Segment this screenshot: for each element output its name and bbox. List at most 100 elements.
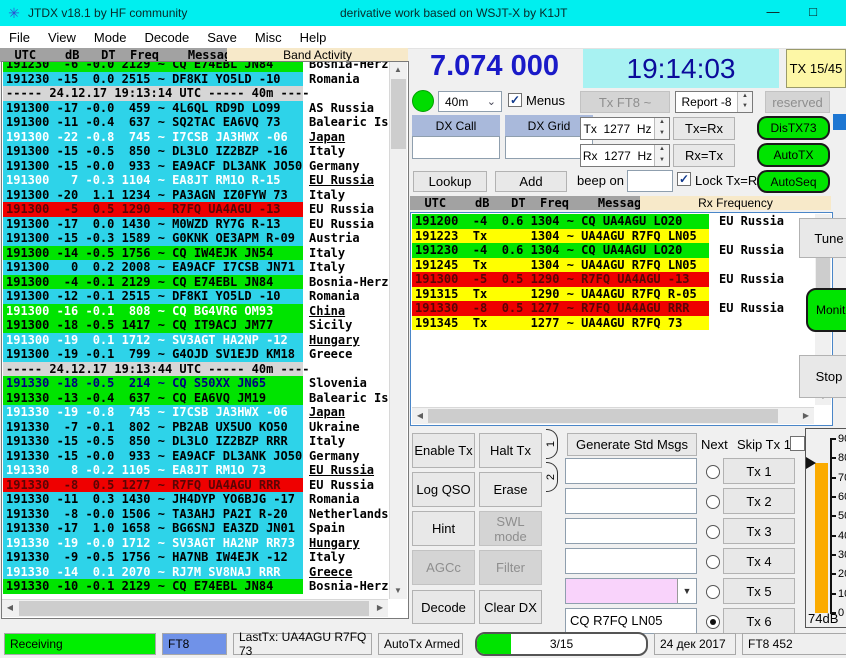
- tx1-button[interactable]: Tx 1: [723, 458, 795, 484]
- hscroll-thumb[interactable]: [428, 409, 778, 423]
- tx-freq-spinner[interactable]: Tx 1277 Hz ▲▼: [580, 117, 670, 140]
- tx6-button[interactable]: Tx 6: [723, 608, 795, 634]
- scroll-right-icon[interactable]: ▶: [798, 408, 814, 424]
- decode-row[interactable]: 191330 -18 -0.5 214 ~ CQ S50XX JN65Slove…: [3, 376, 389, 391]
- decode-row[interactable]: 191230 -4 0.6 1304 ~ CQ UA4AGU LO20EU Ru…: [412, 243, 812, 258]
- tune-button[interactable]: Tune: [799, 218, 846, 258]
- rx-freq-spin-arrows[interactable]: ▲▼: [654, 145, 669, 166]
- dis-tx73-button[interactable]: DisTX73: [757, 116, 830, 140]
- decode-row[interactable]: 191330 -10 -0.1 2129 ~ CQ E74EBL JN84Bos…: [3, 579, 389, 594]
- dx-call-input[interactable]: [412, 136, 500, 159]
- tab-messages-2[interactable]: 2: [546, 462, 558, 492]
- enable-tx-button[interactable]: Enable Tx: [412, 433, 475, 468]
- decode-row[interactable]: 191300 0 0.2 2008 ~ EA9ACF I7CSB JN71Ita…: [3, 260, 389, 275]
- rx-hscrollbar[interactable]: ◀ ▶: [412, 407, 814, 424]
- decode-row[interactable]: 191300 -19 -0.1 799 ~ G4OJD SV1EJD KM18G…: [3, 347, 389, 362]
- decode-row[interactable]: 191345 Tx 1277 ~ UA4AGU R7FQ 73: [412, 316, 812, 331]
- decode-row[interactable]: 191300 -5 0.5 1290 ~ R7FQ UA4AGU -13EU R…: [3, 202, 389, 217]
- auto-seq-button[interactable]: AutoSeq: [757, 170, 830, 193]
- decode-row[interactable]: 191330 -15 -0.5 850 ~ DL3LO IZ2BZP RRRIt…: [3, 434, 389, 449]
- decode-row[interactable]: 191330 -8 0.5 1277 ~ R7FQ UA4AGU RRREU R…: [3, 478, 389, 493]
- decode-row[interactable]: 191300 -15 -0.3 1589 ~ G0KNK OE3APM R-09…: [3, 231, 389, 246]
- menu-misc[interactable]: Misc: [246, 28, 291, 47]
- tx5-message-combo[interactable]: ▼: [565, 578, 697, 604]
- menu-mode[interactable]: Mode: [85, 28, 136, 47]
- tx5-button[interactable]: Tx 5: [723, 578, 795, 604]
- menu-save[interactable]: Save: [198, 28, 246, 47]
- decode-row[interactable]: 191330 -9 -0.5 1756 ~ HA7NB IW4EJK -12It…: [3, 550, 389, 565]
- tx2-radio[interactable]: [706, 495, 720, 509]
- tx-freq-spin-arrows[interactable]: ▲▼: [654, 118, 669, 139]
- tx1-message-field[interactable]: [565, 458, 697, 484]
- decode-row[interactable]: 191300 7 -0.3 1104 ~ EA8JT RM1O R-15EU R…: [3, 173, 389, 188]
- scroll-down-icon[interactable]: ▼: [390, 583, 406, 599]
- stop-button[interactable]: Stop: [799, 355, 846, 398]
- decode-row[interactable]: 191330 -11 0.3 1430 ~ JH4DYP YO6BJG -17R…: [3, 492, 389, 507]
- skip-tx1-checkbox[interactable]: [790, 436, 805, 451]
- decode-row[interactable]: 191315 Tx 1290 ~ UA4AGU R7FQ R-05: [412, 287, 812, 302]
- beep-on-input[interactable]: [627, 170, 673, 192]
- scroll-up-icon[interactable]: ▲: [390, 62, 406, 78]
- erase-button[interactable]: Erase: [479, 472, 542, 507]
- tx4-radio[interactable]: [706, 555, 720, 569]
- monitor-button[interactable]: Monitor: [806, 288, 846, 332]
- decode-row[interactable]: 191300 -5 0.5 1290 ~ R7FQ UA4AGU -13EU R…: [412, 272, 812, 287]
- tx4-button[interactable]: Tx 4: [723, 548, 795, 574]
- decode-row[interactable]: 191330 -8 0.5 1277 ~ R7FQ UA4AGU RRREU R…: [412, 301, 812, 316]
- decode-row[interactable]: 191330 -14 0.1 2070 ~ RJ7M SV8NAJ RRRGre…: [3, 565, 389, 580]
- report-spin-arrows[interactable]: ▲▼: [737, 92, 752, 112]
- scroll-left-icon[interactable]: ◀: [2, 600, 18, 616]
- decode-row[interactable]: 191300 -17 0.0 1430 ~ M0WZD RY7G R-13EU …: [3, 217, 389, 232]
- clear-dx-button[interactable]: Clear DX: [479, 590, 542, 624]
- tab-messages-1[interactable]: 1: [546, 429, 558, 459]
- lock-tx-rx-checkbox[interactable]: ✓: [677, 172, 691, 186]
- vscroll-thumb[interactable]: [391, 79, 406, 149]
- log-qso-button[interactable]: Log QSO: [412, 472, 475, 507]
- minimize-button[interactable]: —: [758, 4, 788, 22]
- decode-row[interactable]: 191330 -8 -0.0 1506 ~ TA3AHJ PA2I R-20Ne…: [3, 507, 389, 522]
- decode-row[interactable]: 191330 -7 -0.1 802 ~ PB2AB UX5UO KO50Ukr…: [3, 420, 389, 435]
- decode-row[interactable]: 191300 -22 -0.8 745 ~ I7CSB JA3HWX -06Ja…: [3, 130, 389, 145]
- halt-tx-button[interactable]: Halt Tx: [479, 433, 542, 468]
- tx3-radio[interactable]: [706, 525, 720, 539]
- decode-row[interactable]: 191300 -19 0.1 1712 ~ SV3AGT HA2NP -12Hu…: [3, 333, 389, 348]
- decode-row[interactable]: 191230 -6 -0.0 2129 ~ CQ E74EBL JN84Bosn…: [3, 62, 389, 72]
- decode-row[interactable]: 191223 Tx 1304 ~ UA4AGU R7FQ LN05: [412, 229, 812, 244]
- menu-help[interactable]: Help: [291, 28, 336, 47]
- tx3-message-field[interactable]: [565, 518, 697, 544]
- lookup-button[interactable]: Lookup: [413, 171, 487, 192]
- tx5-radio[interactable]: [706, 585, 720, 599]
- tx2-button[interactable]: Tx 2: [723, 488, 795, 514]
- scroll-left-icon[interactable]: ◀: [412, 408, 428, 424]
- menu-view[interactable]: View: [39, 28, 85, 47]
- decode-row[interactable]: 191330 -17 1.0 1658 ~ BG6SNJ EA3ZD JN01S…: [3, 521, 389, 536]
- report-spinner[interactable]: Report -8 ▲▼: [675, 91, 753, 113]
- decode-row[interactable]: 191300 -17 -0.0 459 ~ 4L6QL RD9D LO99AS …: [3, 101, 389, 116]
- tx1-radio[interactable]: [706, 465, 720, 479]
- scroll-right-icon[interactable]: ▶: [372, 600, 388, 616]
- tx-cycle-button[interactable]: TX 15/45: [786, 49, 846, 88]
- decode-row[interactable]: 191300 -14 -0.5 1756 ~ CQ IW4EJK JN54Ita…: [3, 246, 389, 261]
- menu-decode[interactable]: Decode: [135, 28, 198, 47]
- decode-row[interactable]: 191330 -19 -0.8 745 ~ I7CSB JA3HWX -06Ja…: [3, 405, 389, 420]
- decode-row[interactable]: 191300 -15 -0.0 933 ~ EA9ACF DL3ANK JO50…: [3, 159, 389, 174]
- decode-row[interactable]: 191200 -4 0.6 1304 ~ CQ UA4AGU LO20EU Ru…: [412, 214, 812, 229]
- decode-row[interactable]: 191300 -15 -0.5 850 ~ DL3LO IZ2BZP -16It…: [3, 144, 389, 159]
- decode-row[interactable]: 191330 -13 -0.4 637 ~ CQ EA6VQ JM19Balea…: [3, 391, 389, 406]
- decode-row[interactable]: 191330 -19 -0.0 1712 ~ SV3AGT HA2NP RR73…: [3, 536, 389, 551]
- generate-std-msgs-button[interactable]: Generate Std Msgs: [567, 433, 697, 456]
- decode-row[interactable]: 191330 -15 -0.0 933 ~ EA9ACF DL3ANK JO50…: [3, 449, 389, 464]
- tx3-button[interactable]: Tx 3: [723, 518, 795, 544]
- combo-arrow-icon[interactable]: ▼: [677, 579, 696, 603]
- decode-row[interactable]: 191300 -20 1.1 1234 ~ PA3AGN IZ0FYW 73It…: [3, 188, 389, 203]
- tx4-message-field[interactable]: [565, 548, 697, 574]
- title-bar[interactable]: ✳ JTDX v18.1 by HF community derivative …: [0, 0, 846, 26]
- tx-eq-rx-button[interactable]: Tx=Rx: [673, 117, 735, 140]
- decode-row[interactable]: 191300 -16 -0.1 808 ~ CQ BG4VRG OM93Chin…: [3, 304, 389, 319]
- hscroll-thumb[interactable]: [19, 601, 369, 616]
- decode-row[interactable]: 191300 -12 -0.1 2515 ~ DF8KI YO5LD -10Ro…: [3, 289, 389, 304]
- tx2-message-field[interactable]: [565, 488, 697, 514]
- decode-row[interactable]: 191300 -4 -0.1 2129 ~ CQ E74EBL JN84Bosn…: [3, 275, 389, 290]
- add-button[interactable]: Add: [495, 171, 567, 192]
- hint-button[interactable]: Hint: [412, 511, 475, 546]
